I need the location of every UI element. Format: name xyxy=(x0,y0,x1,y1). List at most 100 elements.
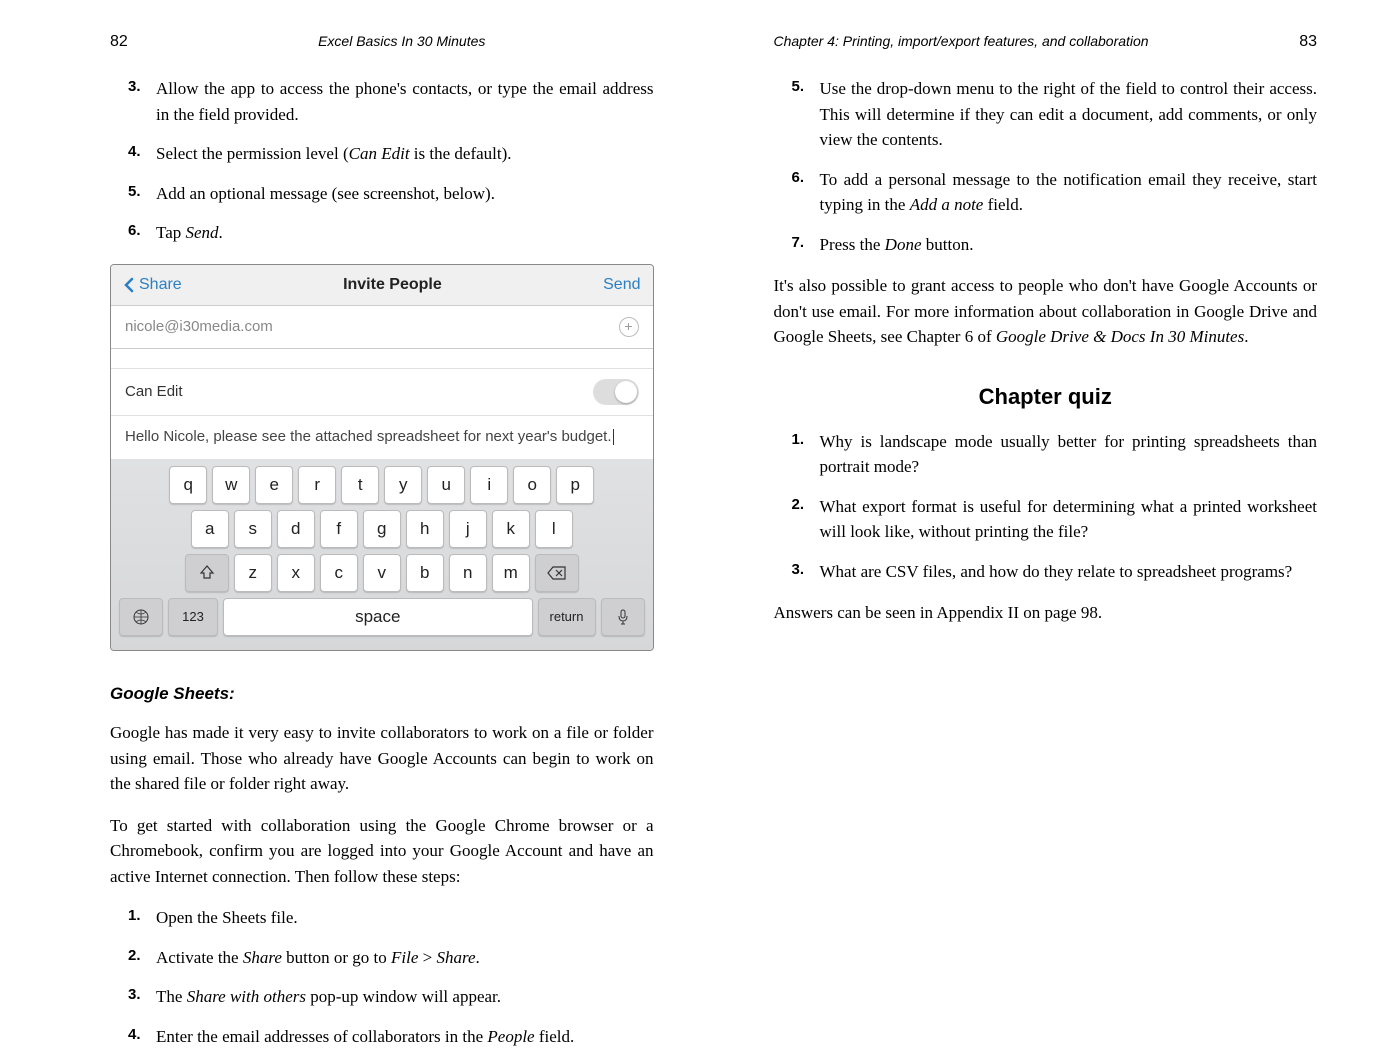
running-head-right: Chapter 4: Printing, import/export featu… xyxy=(774,30,1318,54)
step-number: 7. xyxy=(792,232,805,255)
key-x[interactable]: x xyxy=(277,554,315,592)
list-item: 6. Tap Send. xyxy=(128,220,654,246)
google-sheets-heading: Google Sheets: xyxy=(110,681,654,707)
permission-label: Can Edit xyxy=(125,381,183,404)
key-y[interactable]: y xyxy=(384,466,422,504)
step-number: 3. xyxy=(128,76,141,99)
key-q[interactable]: q xyxy=(169,466,207,504)
key-p[interactable]: p xyxy=(556,466,594,504)
list-item: 6. To add a personal message to the notif… xyxy=(792,167,1318,218)
step-text: Enter the email addresses of collaborato… xyxy=(156,1027,574,1046)
step-text: Why is landscape mode usually better for… xyxy=(820,432,1318,477)
step-number: 2. xyxy=(792,494,805,517)
screenshot-title: Invite People xyxy=(182,273,603,297)
step-text: What are CSV files, and how do they rela… xyxy=(820,562,1293,581)
permission-row[interactable]: Can Edit xyxy=(111,369,653,416)
chapter-title: Chapter 4: Printing, import/export featu… xyxy=(774,31,1278,52)
running-head-left: 82 Excel Basics In 30 Minutes xyxy=(110,30,654,54)
globe-key[interactable] xyxy=(119,598,163,636)
key-j[interactable]: j xyxy=(449,510,487,548)
back-label: Share xyxy=(139,273,182,297)
step-number: 5. xyxy=(128,181,141,204)
key-c[interactable]: c xyxy=(320,554,358,592)
email-value: nicole@i30media.com xyxy=(125,316,273,339)
globe-icon xyxy=(132,608,150,626)
step-text: Add an optional message (see screenshot,… xyxy=(156,184,495,203)
step-text: Allow the app to access the phone's cont… xyxy=(156,79,654,124)
key-g[interactable]: g xyxy=(363,510,401,548)
list-item: 3. The Share with others pop-up window wi… xyxy=(128,984,654,1010)
send-button[interactable]: Send xyxy=(603,273,640,297)
key-w[interactable]: w xyxy=(212,466,250,504)
page-right: Chapter 4: Printing, import/export featu… xyxy=(714,30,1348,1015)
list-item: 2. What export format is useful for deter… xyxy=(792,494,1318,545)
key-a[interactable]: a xyxy=(191,510,229,548)
key-d[interactable]: d xyxy=(277,510,315,548)
list-item: 4. Enter the email addresses of collabora… xyxy=(128,1024,654,1049)
answers-note: Answers can be seen in Appendix II on pa… xyxy=(774,600,1318,626)
key-v[interactable]: v xyxy=(363,554,401,592)
step-text: To add a personal message to the notific… xyxy=(820,170,1318,215)
book-title: Excel Basics In 30 Minutes xyxy=(150,31,654,52)
key-t[interactable]: t xyxy=(341,466,379,504)
mic-key[interactable] xyxy=(601,598,645,636)
key-u[interactable]: u xyxy=(427,466,465,504)
list-item: 1. Why is landscape mode usually better f… xyxy=(792,429,1318,480)
list-item: 1.Open the Sheets file. xyxy=(128,905,654,931)
key-s[interactable]: s xyxy=(234,510,272,548)
key-h[interactable]: h xyxy=(406,510,444,548)
add-contact-icon[interactable]: + xyxy=(619,317,639,337)
email-row[interactable]: nicole@i30media.com + xyxy=(111,306,653,350)
list-item: 5. Add an optional message (see screensho… xyxy=(128,181,654,207)
key-e[interactable]: e xyxy=(255,466,293,504)
step-number: 4. xyxy=(128,1024,141,1047)
list-item: 4. Select the permission level (Can Edit … xyxy=(128,141,654,167)
key-b[interactable]: b xyxy=(406,554,444,592)
message-text: Hello Nicole, please see the attached sp… xyxy=(125,426,612,449)
key-k[interactable]: k xyxy=(492,510,530,548)
quiz-list: 1. Why is landscape mode usually better f… xyxy=(774,429,1318,585)
backspace-key[interactable] xyxy=(535,554,579,592)
step-number: 6. xyxy=(128,220,141,243)
list-item: 2.Activate the Share button or go to Fil… xyxy=(128,945,654,971)
key-z[interactable]: z xyxy=(234,554,272,592)
key-o[interactable]: o xyxy=(513,466,551,504)
step-number: 1. xyxy=(792,429,805,452)
step-text: Select the permission level (Can Edit is… xyxy=(156,144,512,163)
invite-people-screenshot: Share Invite People Send nicole@i30media… xyxy=(110,264,654,651)
mic-icon xyxy=(616,608,630,626)
list-item: 3. Allow the app to access the phone's co… xyxy=(128,76,654,127)
list-item: 5. Use the drop-down menu to the right of… xyxy=(792,76,1318,153)
step-text: Tap Send. xyxy=(156,223,223,242)
page-number: 82 xyxy=(110,30,150,54)
gs-paragraph-1: Google has made it very easy to invite c… xyxy=(110,720,654,797)
step-number: 3. xyxy=(128,984,141,1007)
list-item: 3. What are CSV files, and how do they re… xyxy=(792,559,1318,585)
key-i[interactable]: i xyxy=(470,466,508,504)
step-number: 3. xyxy=(792,559,805,582)
step-number: 5. xyxy=(792,76,805,99)
shift-key[interactable] xyxy=(185,554,229,592)
message-row[interactable]: Hello Nicole, please see the attached sp… xyxy=(111,416,653,460)
back-button[interactable]: Share xyxy=(123,273,182,297)
permission-toggle[interactable] xyxy=(593,379,639,405)
steps-list-right: 5. Use the drop-down menu to the right of… xyxy=(774,76,1318,257)
screenshot-header: Share Invite People Send xyxy=(111,265,653,306)
key-l[interactable]: l xyxy=(535,510,573,548)
step-text: Activate the Share button or go to File … xyxy=(156,948,480,967)
key-m[interactable]: m xyxy=(492,554,530,592)
steps-list-a: 3. Allow the app to access the phone's co… xyxy=(110,76,654,246)
key-f[interactable]: f xyxy=(320,510,358,548)
step-number: 6. xyxy=(792,167,805,190)
key-n[interactable]: n xyxy=(449,554,487,592)
numbers-key[interactable]: 123 xyxy=(168,598,218,636)
space-key[interactable]: space xyxy=(223,598,533,636)
step-text: The Share with others pop-up window will… xyxy=(156,987,501,1006)
key-r[interactable]: r xyxy=(298,466,336,504)
step-text: What export format is useful for determi… xyxy=(820,497,1318,542)
keyboard: qwertyuiop asdfghjkl zxcvbnm 123 space r… xyxy=(111,460,653,650)
chevron-left-icon xyxy=(123,277,135,293)
return-key[interactable]: return xyxy=(538,598,596,636)
step-text: Use the drop-down menu to the right of t… xyxy=(820,79,1318,149)
step-number: 4. xyxy=(128,141,141,164)
